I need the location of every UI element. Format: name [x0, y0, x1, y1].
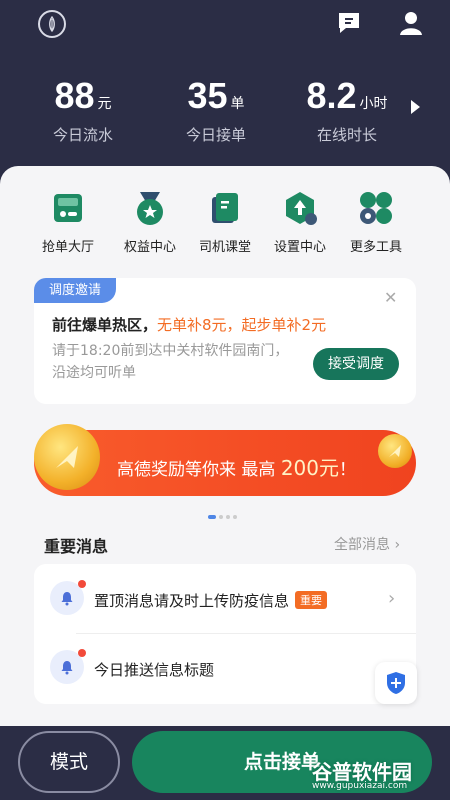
banner-text: 高德奖励等你来 最高 200元！ — [117, 456, 356, 480]
mode-button[interactable]: 模式 — [18, 731, 120, 793]
accept-dispatch-button[interactable]: 接受调度 — [313, 348, 399, 380]
message-item[interactable]: 置顶消息请及时上传防疫信息 重要 — [94, 590, 328, 611]
stat-earnings[interactable]: 88 元 今日流水 — [8, 78, 158, 145]
unread-dot — [78, 649, 86, 657]
tool-benefits[interactable]: 权益中心 — [111, 188, 189, 255]
more-tools-icon — [356, 188, 396, 228]
tool-more[interactable]: 更多工具 — [337, 188, 415, 255]
close-icon[interactable]: ✕ — [384, 288, 397, 307]
settings-icon — [280, 188, 320, 228]
app-logo — [38, 10, 66, 38]
watermark-url: www.gupuxiazai.com — [312, 781, 408, 791]
chevron-right-icon: › — [388, 588, 396, 609]
unread-dot — [78, 580, 86, 588]
message-icon[interactable] — [336, 10, 362, 40]
shield-icon — [387, 672, 405, 694]
dispatch-title: 前往爆单热区，无单补8元，起步单补2元 — [52, 316, 327, 334]
book-icon — [205, 188, 245, 228]
stat-online-hours[interactable]: 8.2 小时 在线时长 — [272, 78, 422, 145]
messages-header: 重要消息 — [44, 537, 109, 556]
tool-driver-class[interactable]: 司机课堂 — [186, 188, 264, 255]
message-item[interactable]: 今日推送信息标题 — [94, 659, 214, 680]
message-list — [34, 564, 416, 704]
important-badge: 重要 — [295, 591, 328, 609]
profile-icon[interactable] — [398, 10, 424, 40]
medal-icon — [130, 188, 170, 228]
order-hall-icon — [48, 188, 88, 228]
coin-icon — [34, 424, 100, 490]
tool-settings[interactable]: 设置中心 — [261, 188, 339, 255]
coin-icon — [378, 434, 412, 468]
all-messages-link[interactable]: 全部消息 › — [334, 534, 400, 554]
dispatch-description: 请于18:20前到达中关村软件园南门，沿途均可听单 — [52, 343, 289, 381]
safety-shield-button[interactable] — [375, 662, 417, 704]
tool-order-hall[interactable]: 抢单大厅 — [29, 188, 107, 255]
stat-orders[interactable]: 35 单 今日接单 — [141, 78, 291, 145]
dispatch-highlight: 无单补8元，起步单补2元 — [157, 316, 327, 334]
carousel-indicator — [208, 506, 240, 525]
dispatch-tag: 调度邀请 — [34, 278, 116, 303]
divider — [76, 633, 416, 634]
stats-next-arrow-icon[interactable] — [411, 100, 420, 114]
